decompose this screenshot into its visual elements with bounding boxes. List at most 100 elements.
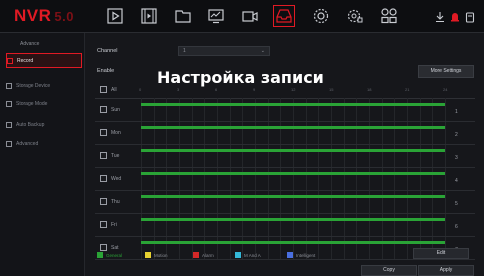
- sidebar-item-advanced[interactable]: Advanced: [6, 137, 80, 150]
- sidebar-item-storage-device[interactable]: Storage Device: [6, 79, 80, 92]
- hour-label: 15: [329, 87, 334, 92]
- sidebar: Advance Record Storage Device Storage Mo…: [0, 33, 85, 276]
- edit-button[interactable]: Edit: [413, 248, 469, 259]
- legend-label: General: [106, 252, 123, 258]
- hour-label: 21: [405, 87, 410, 92]
- delete-icon[interactable]: [464, 10, 476, 23]
- legend-label: M And A: [244, 252, 261, 258]
- schedule-row[interactable]: Fri 6: [95, 213, 475, 237]
- record-icon: [7, 57, 13, 64]
- schedule-bar[interactable]: [141, 241, 445, 244]
- storage-mode-icon: [6, 100, 12, 107]
- row-number: 6: [455, 224, 458, 230]
- copy-button[interactable]: Copy: [361, 265, 417, 276]
- day-label: Thu: [111, 199, 120, 205]
- row-number: 3: [455, 155, 458, 161]
- sidebar-item-auto-backup[interactable]: Auto Backup: [6, 118, 80, 131]
- day-label: Wed: [111, 176, 122, 182]
- legend-item[interactable]: M And A: [235, 251, 261, 259]
- schedule-bar[interactable]: [141, 195, 445, 198]
- row-number: 2: [455, 132, 458, 138]
- legend-item[interactable]: General: [97, 251, 122, 259]
- row-number: 5: [455, 201, 458, 207]
- day-label: Tue: [111, 153, 120, 159]
- gear-icon[interactable]: [312, 7, 330, 25]
- schedule-bar[interactable]: [141, 149, 445, 152]
- sidebar-item-record[interactable]: Record: [6, 53, 82, 68]
- day-checkbox[interactable]: [100, 106, 107, 113]
- sidebar-item-label: Record: [17, 57, 34, 64]
- camera-icon[interactable]: [241, 7, 259, 25]
- schedule-row[interactable]: Thu 5: [95, 190, 475, 214]
- top-bar: NVR 5.0: [0, 0, 484, 33]
- legend: General Motion Alarm M And A Intelligent: [97, 251, 357, 261]
- grid-icon[interactable]: [380, 7, 398, 25]
- hour-label: 0: [139, 87, 142, 92]
- advanced-icon: [6, 140, 12, 147]
- legend-item[interactable]: Alarm: [193, 251, 214, 259]
- inbox-icon[interactable]: [273, 5, 295, 27]
- more-settings-button[interactable]: More Settings: [418, 65, 474, 78]
- schedule-grid: All 0 3 6 9 12 15 18 21 24 Sun 1 Mon 2 Tue 3 Wed 4 Thu 5 F…: [95, 81, 475, 275]
- backup-icon: [6, 121, 12, 128]
- schedule-row[interactable]: Wed 4: [95, 167, 475, 191]
- hour-label: 3: [177, 87, 180, 92]
- legend-swatch: [97, 252, 103, 258]
- day-label: Mon: [111, 130, 121, 136]
- schedule-bar[interactable]: [141, 126, 445, 129]
- schedule-bar[interactable]: [141, 172, 445, 175]
- legend-item[interactable]: Motion: [145, 251, 168, 259]
- channel-label: Channel: [97, 48, 118, 54]
- day-checkbox[interactable]: [100, 175, 107, 182]
- day-label: Sun: [111, 107, 120, 113]
- sidebar-item-label: Storage Mode: [16, 100, 48, 107]
- day-checkbox[interactable]: [100, 152, 107, 159]
- day-label: Fri: [111, 222, 117, 228]
- day-checkbox[interactable]: [100, 244, 107, 251]
- schedule-row[interactable]: Mon 2: [95, 121, 475, 145]
- day-checkbox[interactable]: [100, 198, 107, 205]
- sidebar-item-storage-mode[interactable]: Storage Mode: [6, 97, 80, 110]
- apply-button[interactable]: Apply: [418, 265, 474, 276]
- monitor-chart-icon[interactable]: [207, 7, 225, 25]
- hour-label: 9: [253, 87, 256, 92]
- hour-label: 24: [443, 87, 448, 92]
- legend-label: Alarm: [202, 252, 214, 258]
- all-label: All: [111, 87, 117, 93]
- record-settings-panel: Channel 1 ⌄ Enable Настройка записи More…: [85, 33, 484, 276]
- legend-swatch: [193, 252, 199, 258]
- legend-item[interactable]: Intelligent: [287, 251, 315, 259]
- row-number: 4: [455, 178, 458, 184]
- hour-label: 12: [291, 87, 296, 92]
- schedule-header: All 0 3 6 9 12 15 18 21 24: [95, 81, 475, 99]
- legend-swatch: [287, 252, 293, 258]
- play-icon[interactable]: [106, 7, 124, 25]
- day-checkbox[interactable]: [100, 221, 107, 228]
- legend-label: Intelligent: [296, 252, 316, 258]
- channel-select[interactable]: 1 ⌄: [178, 46, 270, 56]
- sidebar-heading: Advance: [20, 41, 40, 47]
- film-icon[interactable]: [140, 7, 158, 25]
- chevron-down-icon: ⌄: [260, 48, 265, 54]
- alert-icon[interactable]: [449, 10, 461, 22]
- all-checkbox[interactable]: [100, 86, 107, 93]
- legend-swatch: [145, 252, 151, 258]
- sidebar-item-label: Advanced: [16, 140, 39, 147]
- legend-swatch: [235, 252, 241, 258]
- schedule-row[interactable]: Sun 1: [95, 98, 475, 122]
- schedule-bar[interactable]: [141, 103, 445, 106]
- schedule-row[interactable]: Tue 3: [95, 144, 475, 168]
- channel-value: 1: [183, 48, 186, 54]
- hour-label: 6: [215, 87, 218, 92]
- hour-label: 18: [367, 87, 372, 92]
- row-number: 1: [455, 109, 458, 115]
- folder-icon[interactable]: [174, 7, 192, 25]
- logo-version: 5.0: [54, 9, 74, 24]
- day-checkbox[interactable]: [100, 129, 107, 136]
- legend-label: Motion: [154, 252, 168, 258]
- network-gear-icon[interactable]: [346, 7, 364, 25]
- storage-icon: [6, 82, 12, 89]
- sidebar-item-label: Storage Device: [16, 82, 51, 89]
- schedule-bar[interactable]: [141, 218, 445, 221]
- download-icon[interactable]: [434, 10, 446, 23]
